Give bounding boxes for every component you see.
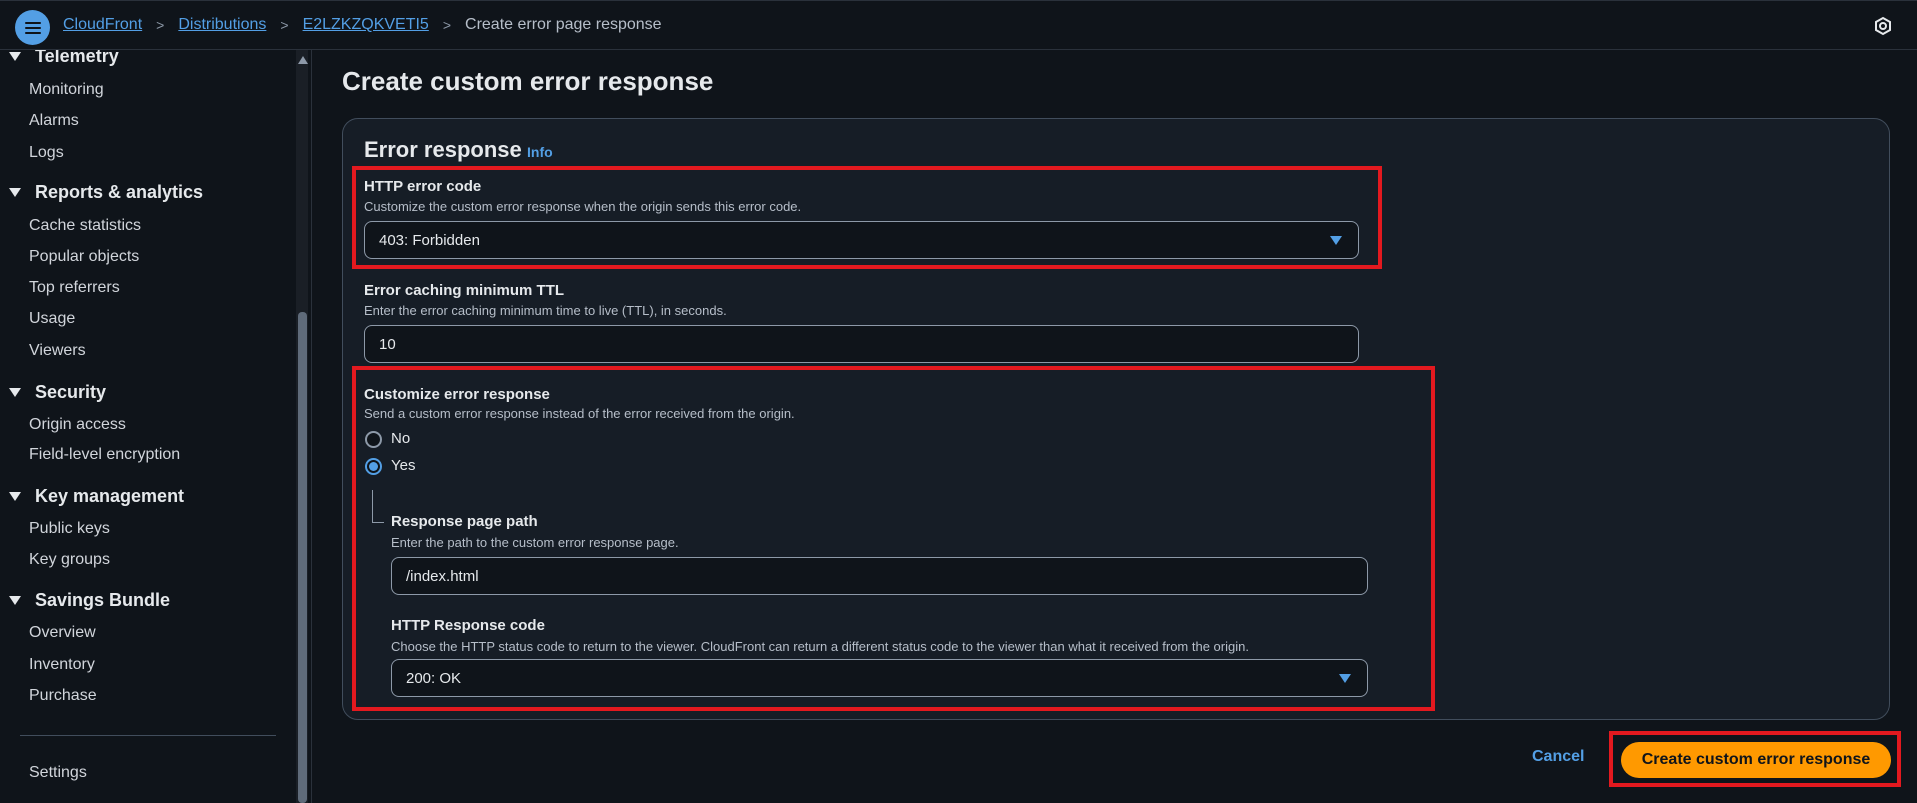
page-title: Create custom error response [342,66,714,96]
sidebar-item-settings[interactable]: Settings [29,764,87,782]
chevron-right-icon: > [156,17,165,33]
breadcrumb-distribution-id[interactable]: E2LZKZQKVETI5 [303,16,429,34]
sidebar-item-public-keys[interactable]: Public keys [29,520,110,538]
chevron-right-icon: > [280,17,289,33]
sidebar-item-key-groups[interactable]: Key groups [29,551,110,569]
panel-title: Error response [364,137,522,162]
sidebar-navigation: Telemetry Monitoring Alarms Logs Reports… [0,50,312,803]
http-error-code-description: Customize the custom error response when… [364,199,802,214]
menu-button[interactable] [15,10,50,45]
caret-down-icon [9,187,21,197]
response-page-path-label: Response page path [391,513,538,530]
sidebar-item-origin-access[interactable]: Origin access [29,416,126,434]
sidebar-item-viewers[interactable]: Viewers [29,342,86,360]
tree-connector [372,490,373,522]
ttl-input[interactable]: 10 [364,325,1359,363]
http-error-code-value: 403: Forbidden [379,231,480,249]
create-custom-error-response-button[interactable]: Create custom error response [1621,742,1891,778]
response-page-path-description: Enter the path to the custom error respo… [391,535,679,550]
sidebar-section-key-management[interactable]: Key management [0,484,184,508]
sidebar-scroll-thumb[interactable] [298,312,307,803]
ttl-value: 10 [379,335,396,353]
top-navigation-bar: CloudFront > Distributions > E2LZKZQKVET… [0,0,1917,50]
response-page-path-input[interactable]: /index.html [391,557,1368,595]
breadcrumb-cloudfront[interactable]: CloudFront [63,16,142,34]
scroll-up-arrow-icon[interactable] [298,56,308,64]
radio-yes[interactable] [365,458,382,475]
http-response-code-label: HTTP Response code [391,617,545,634]
caret-down-icon [9,51,21,61]
customize-error-response-description: Send a custom error response instead of … [364,406,795,421]
caret-down-icon [9,491,21,501]
sidebar-section-telemetry[interactable]: Telemetry [0,50,119,68]
radio-no[interactable] [365,431,382,448]
caret-down-icon [9,387,21,397]
http-response-code-value: 200: OK [406,669,462,687]
http-response-code-select[interactable]: 200: OK [391,659,1368,697]
sidebar-item-monitoring[interactable]: Monitoring [29,81,104,99]
hamburger-icon [24,21,41,34]
caret-down-icon [1330,236,1342,245]
sidebar-item-field-level-encryption[interactable]: Field-level encryption [29,446,180,464]
sidebar-item-inventory[interactable]: Inventory [29,656,95,674]
sidebar-item-alarms[interactable]: Alarms [29,112,79,130]
sidebar-item-purchase[interactable]: Purchase [29,687,97,705]
sidebar-item-popular-objects[interactable]: Popular objects [29,248,139,266]
ttl-label: Error caching minimum TTL [364,282,565,299]
sidebar-item-logs[interactable]: Logs [29,144,64,162]
breadcrumb: CloudFront > Distributions > E2LZKZQKVET… [63,16,662,34]
caret-down-icon [1339,674,1351,683]
tree-connector [372,522,384,523]
sidebar-section-reports-analytics[interactable]: Reports & analytics [0,180,203,204]
sidebar-section-security[interactable]: Security [0,380,106,404]
sidebar-section-savings-bundle[interactable]: Savings Bundle [0,588,170,612]
cancel-button[interactable]: Cancel [1532,748,1584,766]
sidebar-item-overview[interactable]: Overview [29,624,96,642]
chevron-right-icon: > [442,17,452,33]
breadcrumb-distributions[interactable]: Distributions [178,16,266,34]
radio-no-label[interactable]: No [391,430,410,447]
info-link[interactable]: Info [527,144,553,160]
radio-yes-label[interactable]: Yes [391,457,415,474]
http-error-code-select[interactable]: 403: Forbidden [364,221,1359,259]
ttl-description: Enter the error caching minimum time to … [364,303,727,318]
response-page-path-value: /index.html [406,567,479,585]
http-response-code-description: Choose the HTTP status code to return to… [391,639,1249,654]
http-error-code-label: HTTP error code [364,178,482,195]
caret-down-icon [9,595,21,605]
sidebar-item-top-referrers[interactable]: Top referrers [29,279,120,297]
sidebar-item-cache-statistics[interactable]: Cache statistics [29,217,141,235]
sidebar-item-usage[interactable]: Usage [29,310,75,328]
hexagon-settings-icon[interactable] [1873,16,1893,36]
customize-error-response-label: Customize error response [364,386,550,403]
sidebar-divider [20,735,276,736]
breadcrumb-current: Create error page response [465,16,662,33]
